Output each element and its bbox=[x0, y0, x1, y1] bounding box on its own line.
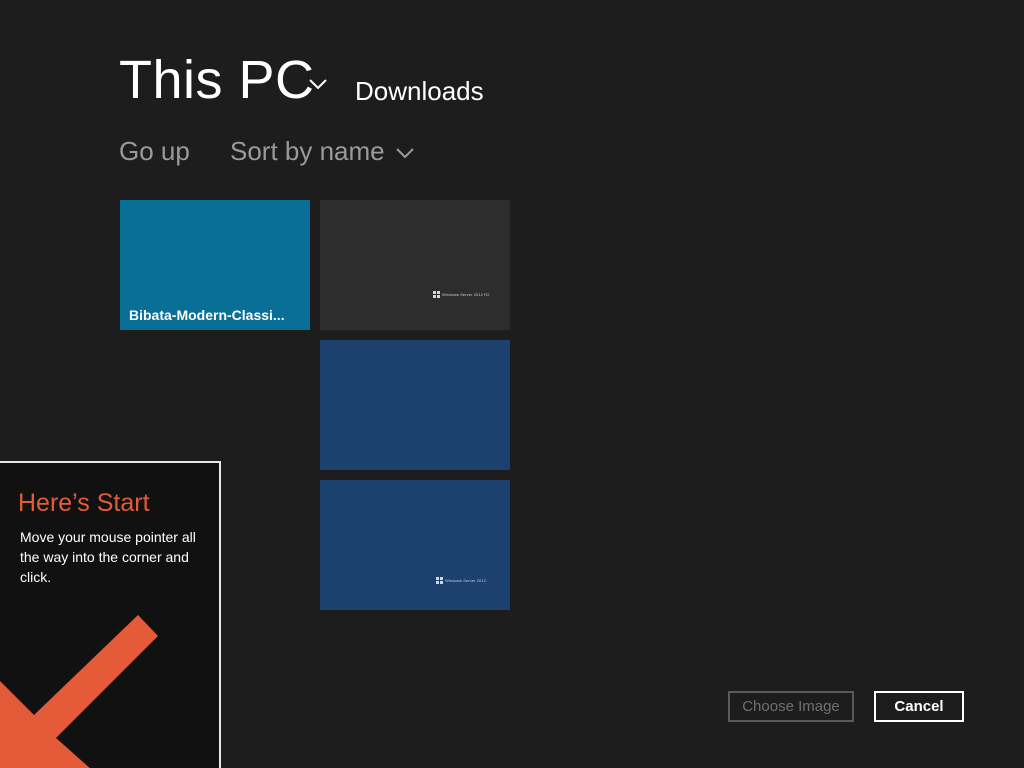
current-folder-label: Downloads bbox=[355, 76, 484, 106]
chevron-down-icon[interactable] bbox=[307, 76, 329, 92]
thumbnail-text: Windows Server 2012 bbox=[445, 577, 487, 583]
thumbnail-logo: Windows Server 2012 bbox=[436, 577, 487, 584]
image-tile[interactable] bbox=[320, 340, 510, 470]
arrow-down-left-icon bbox=[0, 615, 158, 768]
start-tip-panel: Here’s Start Move your mouse pointer all… bbox=[0, 461, 221, 768]
thumbnail-text: Windows Server 2012 R2 bbox=[442, 291, 490, 297]
go-up-button[interactable]: Go up bbox=[119, 134, 190, 168]
image-tile[interactable]: Windows Server 2012 bbox=[320, 480, 510, 610]
tip-body: Move your mouse pointer all the way into… bbox=[20, 529, 196, 585]
windows-logo-icon bbox=[436, 577, 443, 584]
cancel-button[interactable]: Cancel bbox=[874, 691, 964, 722]
image-tile[interactable]: Windows Server 2012 R2 bbox=[320, 200, 510, 330]
chevron-down-icon[interactable] bbox=[395, 146, 415, 160]
file-picker: This PC Downloads Go up Sort by name Bib… bbox=[0, 0, 1024, 768]
folder-tile-label: Bibata-Modern-Classi... bbox=[129, 307, 285, 323]
sort-by-dropdown[interactable]: Sort by name bbox=[230, 134, 385, 168]
folder-tile[interactable]: Bibata-Modern-Classi... bbox=[120, 200, 310, 330]
location-title[interactable]: This PC bbox=[119, 48, 315, 112]
choose-image-button[interactable]: Choose Image bbox=[728, 691, 854, 722]
windows-logo-icon bbox=[433, 291, 440, 298]
tip-title: Here’s Start bbox=[18, 489, 150, 517]
thumbnail-logo: Windows Server 2012 R2 bbox=[433, 291, 490, 298]
